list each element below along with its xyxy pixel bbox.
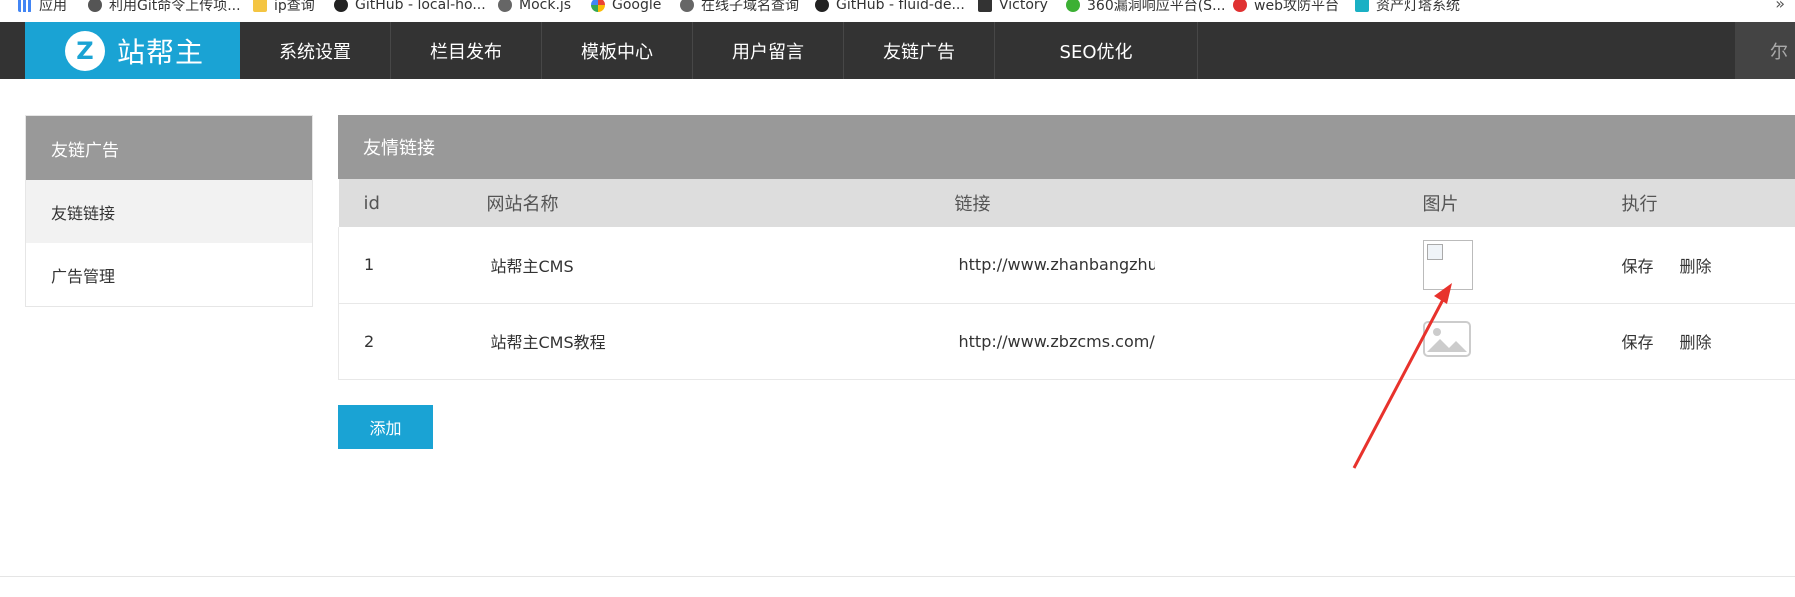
bookmark-apps[interactable]: 应用 [18,0,67,16]
bookmark-label: GitHub - fluid-de... [836,0,965,13]
lighthouse-icon [1355,0,1369,12]
save-button[interactable]: 保存 [1622,329,1654,353]
nav-user-messages[interactable]: 用户留言 [693,22,844,79]
bookmark-subdomain[interactable]: 在线子域名查询 [680,0,799,16]
bookmark-web-attack[interactable]: web攻防平台 [1233,0,1339,16]
bookmark-label: 资产灯塔系统 [1376,0,1460,14]
top-nav: Z 站帮主 系统设置 栏目发布 模板中心 用户留言 友链广告 SEO优化 尔 [0,22,1795,79]
row-link: http://www.zbzcms.com/ [958,331,1155,351]
save-button[interactable]: 保存 [1622,253,1654,277]
row-site-name: 站帮主CMS教程 [490,333,606,352]
bookmark-label: ip查询 [274,0,315,14]
bookmark-lighthouse[interactable]: 资产灯塔系统 [1355,0,1460,16]
nav-seo[interactable]: SEO优化 [995,22,1198,79]
row-link: http://www.zhanbangzhu.com/ [958,255,1155,275]
main-panel: 友情链接 id 网站名称 链接 图片 执行 1 站帮主CMS http://ww… [338,115,1795,380]
bookmark-label: GitHub - local-ho... [355,0,486,13]
delete-button[interactable]: 删除 [1680,253,1712,277]
sidebar-item-friend-links[interactable]: 友链链接 [26,180,312,243]
column-header-name: 网站名称 [486,194,559,215]
bookmark-label: 利用Git命令上传项... [109,0,241,14]
bookmark-label: 在线子域名查询 [701,0,799,14]
bookmark-label: 360漏洞响应平台(S... [1087,0,1226,14]
bookmark-label: web攻防平台 [1254,0,1339,14]
bookmark-label: Google [612,0,662,13]
row-site-name: 站帮主CMS [490,256,574,276]
nav-template-center[interactable]: 模板中心 [542,22,693,79]
row-id: 2 [364,331,375,351]
logo-icon: Z [65,30,105,71]
column-header-id: id [363,192,380,214]
row-actions: 保存 删除 [1597,227,1795,303]
logo[interactable]: Z 站帮主 [25,22,240,79]
broken-image-icon [1422,239,1473,290]
git-icon [88,0,102,12]
add-button[interactable]: 添加 [338,405,433,449]
nav-right-item[interactable]: 尔 [1735,22,1795,79]
github-icon [334,0,348,12]
row-actions: 保存 删除 [1597,303,1795,379]
links-table: id 网站名称 链接 图片 执行 1 站帮主CMS http://www.zha… [338,179,1795,380]
table-row: 2 站帮主CMS教程 http://www.zbzcms.com/ 保存 删除 [338,303,1795,379]
bookmark-google[interactable]: Google [591,0,661,16]
bookmark-mockjs[interactable]: Mock.js [498,0,571,16]
table-row: 1 站帮主CMS http://www.zhanbangzhu.com/ 保存 删… [338,227,1795,303]
bookmark-ip[interactable]: ip查询 [253,0,315,16]
logo-text: 站帮主 [117,35,205,69]
bookmark-git[interactable]: 利用Git命令上传项... [88,0,241,16]
sidebar: 友链广告 友链链接 广告管理 [25,115,313,307]
table-header-row: id 网站名称 链接 图片 执行 [338,179,1795,227]
bookmark-360[interactable]: 360漏洞响应平台(S... [1066,0,1225,16]
bookmark-victory[interactable]: Victory [978,0,1048,16]
column-header-link: 链接 [954,194,991,215]
bookmark-label: Mock.js [519,0,572,13]
nav-system-settings[interactable]: 系统设置 [240,22,391,79]
folder-icon [253,0,267,12]
more-bookmarks-icon[interactable]: » [1775,0,1785,13]
github-icon [815,0,829,12]
bookmark-label: 应用 [39,0,67,14]
globe-icon [498,0,512,12]
bookmarks-bar: 应用 利用Git命令上传项... ip查询 GitHub - local-ho.… [0,0,1795,22]
bookmark-github-local[interactable]: GitHub - local-ho... [334,0,486,16]
delete-button[interactable]: 删除 [1680,329,1712,353]
sidebar-title: 友链广告 [26,116,312,180]
sidebar-item-ad-management[interactable]: 广告管理 [26,243,312,306]
row-image-cell [1398,227,1597,303]
row-image-cell [1398,303,1597,379]
360-icon [1066,0,1080,12]
row-link-cell: http://www.zbzcms.com/ [930,303,1398,379]
bookmark-github-fluid[interactable]: GitHub - fluid-de... [815,0,965,16]
nav-links-ads[interactable]: 友链广告 [844,22,995,79]
web-attack-icon [1233,0,1247,12]
image-placeholder-icon [1422,321,1471,357]
column-header-actions: 执行 [1621,194,1658,215]
bookmark-label: Victory [999,0,1048,13]
column-header-image: 图片 [1422,194,1459,215]
row-link-cell: http://www.zhanbangzhu.com/ [930,227,1398,303]
row-id: 1 [364,255,375,275]
panel-title: 友情链接 [338,115,1795,179]
apps-grid-icon [18,0,32,12]
divider [0,576,1795,577]
google-icon [591,0,605,12]
victory-icon [978,0,992,12]
globe-icon [680,0,694,12]
nav-column-publish[interactable]: 栏目发布 [391,22,542,79]
